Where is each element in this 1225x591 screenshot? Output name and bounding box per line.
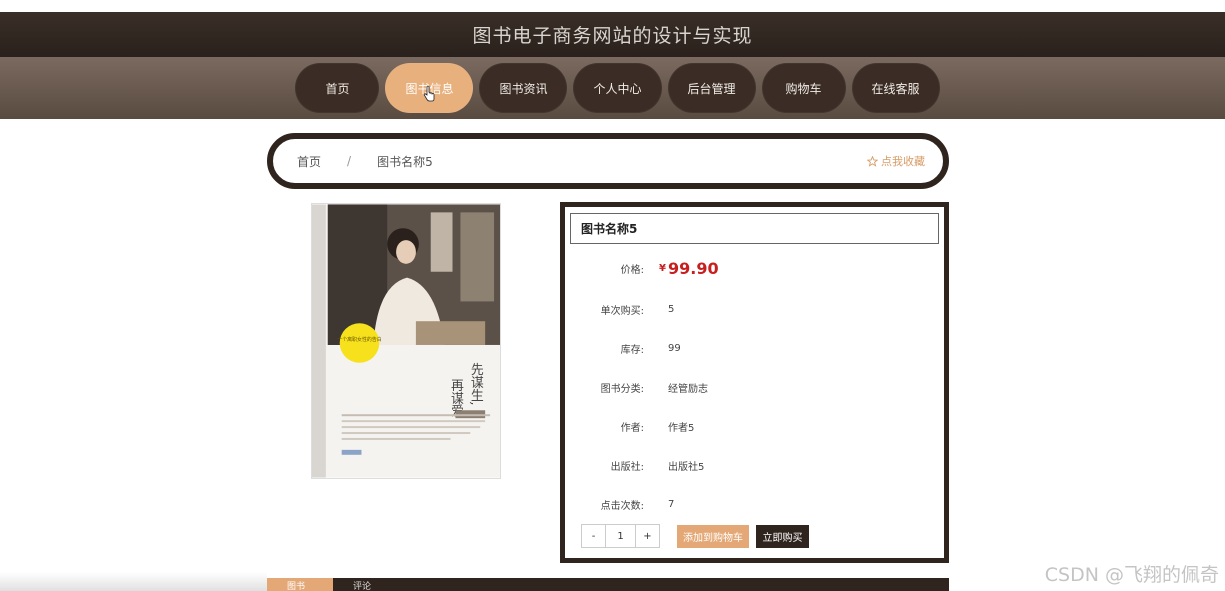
field-value: 7 (668, 498, 675, 510)
field-value: 经管励志 (668, 383, 708, 395)
site-title: 图书电子商务网站的设计与实现 (472, 25, 753, 47)
quantity-plus-button[interactable]: + (636, 525, 659, 547)
main-nav: 首页 图书信息 图书资讯 个人中心 后台管理 购物车 在线客服 (295, 63, 940, 113)
title-bar: 图书电子商务网站的设计与实现 (0, 12, 1225, 57)
breadcrumb-separator: / (347, 154, 352, 168)
favorite-label: 点我收藏 (881, 155, 925, 168)
quantity-input[interactable] (605, 525, 636, 547)
watermark: CSDN @飞翔的佩奇 (1044, 564, 1219, 586)
nav-item-support[interactable]: 在线客服 (851, 63, 940, 113)
field-label: 单次购买: (600, 305, 644, 317)
field-value: 99 (668, 342, 681, 354)
breadcrumb: 首页 / 图书名称5 点我收藏 (267, 133, 949, 189)
nav-item-home[interactable]: 首页 (295, 63, 380, 113)
nav-item-book-news[interactable]: 图书资讯 (479, 63, 568, 113)
cover-title-line1: 先谋生, (468, 363, 483, 406)
field-value: 5 (668, 303, 675, 315)
field-label: 图书分类: (600, 383, 644, 395)
favorite-button[interactable]: 点我收藏 (867, 153, 925, 169)
bottom-shadow (0, 572, 267, 591)
hand-cursor-icon (423, 86, 435, 102)
star-icon (867, 155, 878, 167)
stock-row: 库存: 99 (565, 338, 944, 358)
field-label: 点击次数: (600, 500, 644, 512)
price-label: 价格: (620, 264, 644, 276)
purchase-limit-row: 单次购买: 5 (565, 299, 944, 319)
breadcrumb-home-link[interactable]: 首页 (297, 153, 321, 170)
field-value: 作者5 (668, 422, 695, 434)
price-row: 价格: ¥ 99.90 (565, 258, 944, 278)
tab-book-intro[interactable]: 图书简介 (267, 578, 333, 591)
book-detail-panel: 图书名称5 价格: ¥ 99.90 单次购买: 5 库存: 99 图书分类: 经… (560, 202, 949, 563)
click-count-row: 点击次数: 7 (565, 494, 944, 514)
book-title: 图书名称5 (570, 213, 939, 244)
price-currency: ¥ (659, 262, 666, 274)
category-row: 图书分类: 经管励志 (565, 377, 944, 397)
add-to-cart-button[interactable]: 添加到购物车 (677, 525, 749, 548)
buy-now-button[interactable]: 立即购买 (756, 525, 809, 548)
breadcrumb-current: 图书名称5 (377, 154, 433, 169)
price-value: 99.90 (667, 258, 719, 278)
cover-badge-text: 一个离职女性的告白 (337, 336, 381, 343)
quantity-stepper: - + (581, 524, 660, 548)
field-label: 作者: (620, 422, 644, 434)
detail-tabs: 图书简介 评论 (267, 578, 949, 591)
nav-item-admin[interactable]: 后台管理 (667, 63, 756, 113)
author-row: 作者: 作者5 (565, 416, 944, 436)
nav-item-cart[interactable]: 购物车 (761, 63, 846, 113)
field-label: 库存: (620, 344, 644, 356)
publisher-row: 出版社: 出版社5 (565, 455, 944, 475)
quantity-minus-button[interactable]: - (582, 525, 605, 547)
nav-item-personal-center[interactable]: 个人中心 (573, 63, 662, 113)
nav-bar: 首页 图书信息 图书资讯 个人中心 后台管理 购物车 在线客服 (0, 57, 1225, 119)
field-label: 出版社: (610, 461, 644, 473)
book-cover-image[interactable]: 一个离职女性的告白 先谋生, 再谋爱 (311, 203, 501, 479)
tab-comments[interactable]: 评论 (333, 578, 391, 591)
field-value: 出版社5 (668, 461, 705, 473)
